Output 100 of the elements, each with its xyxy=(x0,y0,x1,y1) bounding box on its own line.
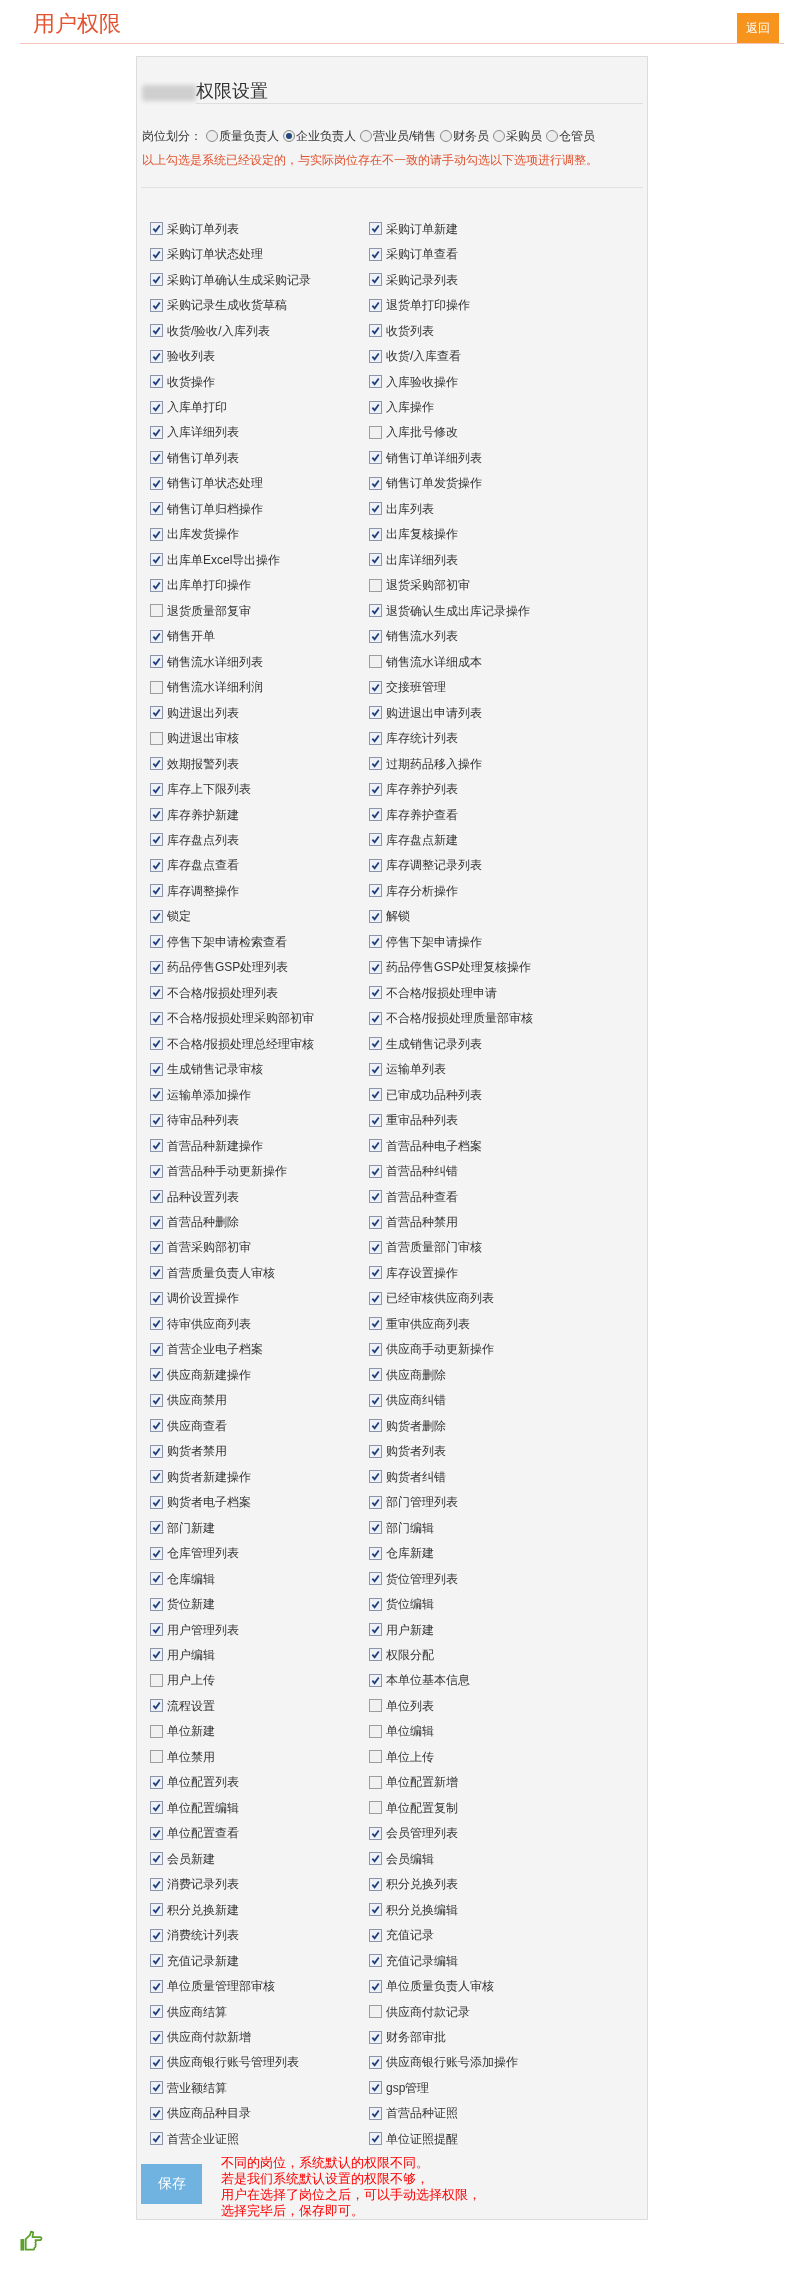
radio-label[interactable]: 财务员 xyxy=(453,128,490,144)
checkbox[interactable] xyxy=(150,1673,163,1687)
checkbox[interactable] xyxy=(150,349,163,363)
checkbox[interactable] xyxy=(369,655,382,669)
checkbox-label[interactable]: 单位质量负责人审核 xyxy=(386,1979,494,1994)
checkbox[interactable] xyxy=(369,1826,382,1840)
checkbox-label[interactable]: 单位新建 xyxy=(167,1724,215,1739)
checkbox[interactable] xyxy=(150,527,163,541)
checkbox[interactable] xyxy=(150,1521,163,1535)
checkbox-label[interactable]: 单位配置查看 xyxy=(167,1826,239,1841)
checkbox-label[interactable]: 采购订单列表 xyxy=(167,221,239,236)
checkbox[interactable] xyxy=(369,1597,382,1611)
checkbox[interactable] xyxy=(150,1597,163,1611)
checkbox-label[interactable]: 采购记录列表 xyxy=(386,272,458,287)
checkbox-label[interactable]: 货位新建 xyxy=(167,1597,215,1612)
checkbox[interactable] xyxy=(150,1648,163,1662)
checkbox-label[interactable]: 会员编辑 xyxy=(386,1851,434,1866)
checkbox[interactable] xyxy=(369,1572,382,1586)
checkbox[interactable] xyxy=(369,1877,382,1891)
radio-button[interactable] xyxy=(440,130,453,142)
checkbox-label[interactable]: 药品停售GSP处理复核操作 xyxy=(386,960,532,975)
checkbox[interactable] xyxy=(150,400,163,414)
checkbox-label[interactable]: 供应商付款记录 xyxy=(386,2004,470,2019)
checkbox-label[interactable]: 待审供应商列表 xyxy=(167,1316,251,1331)
checkbox[interactable] xyxy=(369,1546,382,1560)
checkbox-label[interactable]: 库存盘点查看 xyxy=(167,858,239,873)
checkbox[interactable] xyxy=(150,1623,163,1636)
checkbox[interactable] xyxy=(150,1495,163,1509)
checkbox[interactable] xyxy=(150,1928,163,1942)
checkbox-label[interactable]: 库存养护列表 xyxy=(386,782,458,797)
checkbox-label[interactable]: 运输单列表 xyxy=(386,1062,446,1077)
checkbox-label[interactable]: 解锁 xyxy=(386,909,410,924)
checkbox[interactable] xyxy=(369,1062,382,1076)
checkbox[interactable] xyxy=(369,1368,382,1382)
checkbox-label[interactable]: 单位配置列表 xyxy=(167,1775,239,1790)
checkbox-label[interactable]: 库存调整操作 xyxy=(167,883,239,898)
checkbox[interactable] xyxy=(369,2005,382,2019)
checkbox[interactable] xyxy=(369,604,382,618)
checkbox[interactable] xyxy=(150,1317,163,1331)
checkbox-label[interactable]: 销售流水列表 xyxy=(386,629,458,644)
radio-label[interactable]: 营业员/销售 xyxy=(373,128,437,144)
checkbox[interactable] xyxy=(150,578,163,592)
checkbox-label[interactable]: 采购记录生成收货草稿 xyxy=(167,298,287,313)
checkbox[interactable] xyxy=(150,298,163,312)
checkbox-label[interactable]: 部门新建 xyxy=(167,1520,215,1535)
checkbox[interactable] xyxy=(150,1979,163,1993)
checkbox[interactable] xyxy=(369,2030,382,2044)
checkbox-label[interactable]: 退货单打印操作 xyxy=(386,298,470,313)
checkbox[interactable] xyxy=(369,1623,382,1636)
checkbox[interactable] xyxy=(369,629,382,643)
checkbox[interactable] xyxy=(150,1241,163,1254)
checkbox[interactable] xyxy=(150,1826,163,1840)
checkbox-label[interactable]: 销售流水详细列表 xyxy=(167,654,263,669)
radio-button[interactable] xyxy=(206,130,218,142)
checkbox-label[interactable]: 购货者新建操作 xyxy=(167,1469,251,1484)
checkbox[interactable] xyxy=(369,1139,382,1153)
checkbox-label[interactable]: 单位列表 xyxy=(386,1698,434,1713)
checkbox-label[interactable]: 供应商品种目录 xyxy=(167,2106,251,2121)
checkbox[interactable] xyxy=(369,1215,382,1229)
checkbox-label[interactable]: 首营品种电子档案 xyxy=(386,1138,482,1153)
checkbox[interactable] xyxy=(150,1062,163,1076)
checkbox-label[interactable]: 购进退出申请列表 xyxy=(386,705,482,720)
checkbox-label[interactable]: 销售订单状态处理 xyxy=(167,476,263,491)
checkbox[interactable] xyxy=(369,1342,382,1356)
checkbox-label[interactable]: 交接班管理 xyxy=(386,680,446,695)
checkbox[interactable] xyxy=(150,935,163,949)
checkbox[interactable] xyxy=(150,757,163,771)
checkbox-label[interactable]: 积分兑换编辑 xyxy=(386,1902,458,1917)
checkbox[interactable] xyxy=(150,1419,163,1433)
checkbox[interactable] xyxy=(150,2106,163,2120)
checkbox-label[interactable]: 部门管理列表 xyxy=(386,1495,458,1510)
checkbox-label[interactable]: 会员管理列表 xyxy=(386,1826,458,1841)
checkbox[interactable] xyxy=(369,833,382,847)
checkbox-label[interactable]: 积分兑换新建 xyxy=(167,1902,239,1917)
checkbox-label[interactable]: 供应商银行账号管理列表 xyxy=(167,2055,299,2070)
radio-button[interactable] xyxy=(493,130,506,142)
checkbox[interactable] xyxy=(150,476,163,490)
checkbox[interactable] xyxy=(369,960,382,974)
checkbox[interactable] xyxy=(369,1037,382,1051)
checkbox-label[interactable]: 已审成功品种列表 xyxy=(386,1087,482,1102)
checkbox-label[interactable]: 退货采购部初审 xyxy=(386,578,470,593)
checkbox-label[interactable]: 不合格/报损处理列表 xyxy=(167,985,279,1000)
checkbox[interactable] xyxy=(150,2132,163,2146)
checkbox[interactable] xyxy=(369,247,382,261)
checkbox-label[interactable]: 单位编辑 xyxy=(386,1724,434,1739)
checkbox-label[interactable]: 待审品种列表 xyxy=(167,1113,239,1128)
checkbox[interactable] xyxy=(150,1113,163,1127)
checkbox-label[interactable]: 货位管理列表 xyxy=(386,1571,458,1586)
checkbox-label[interactable]: 入库验收操作 xyxy=(386,374,458,389)
checkbox-label[interactable]: 单位配置编辑 xyxy=(167,1800,239,1815)
checkbox[interactable] xyxy=(369,782,382,796)
checkbox[interactable] xyxy=(150,1699,163,1713)
radio-label[interactable]: 仓管员 xyxy=(559,128,596,144)
checkbox[interactable] xyxy=(150,1903,163,1917)
checkbox[interactable] xyxy=(369,578,382,592)
checkbox[interactable] xyxy=(150,858,163,872)
checkbox-label[interactable]: 过期药品移入操作 xyxy=(386,756,482,771)
checkbox-label[interactable]: 财务部审批 xyxy=(386,2030,446,2044)
checkbox-label[interactable]: 采购订单新建 xyxy=(386,221,458,236)
checkbox-label[interactable]: 首营品种纠错 xyxy=(386,1164,458,1179)
